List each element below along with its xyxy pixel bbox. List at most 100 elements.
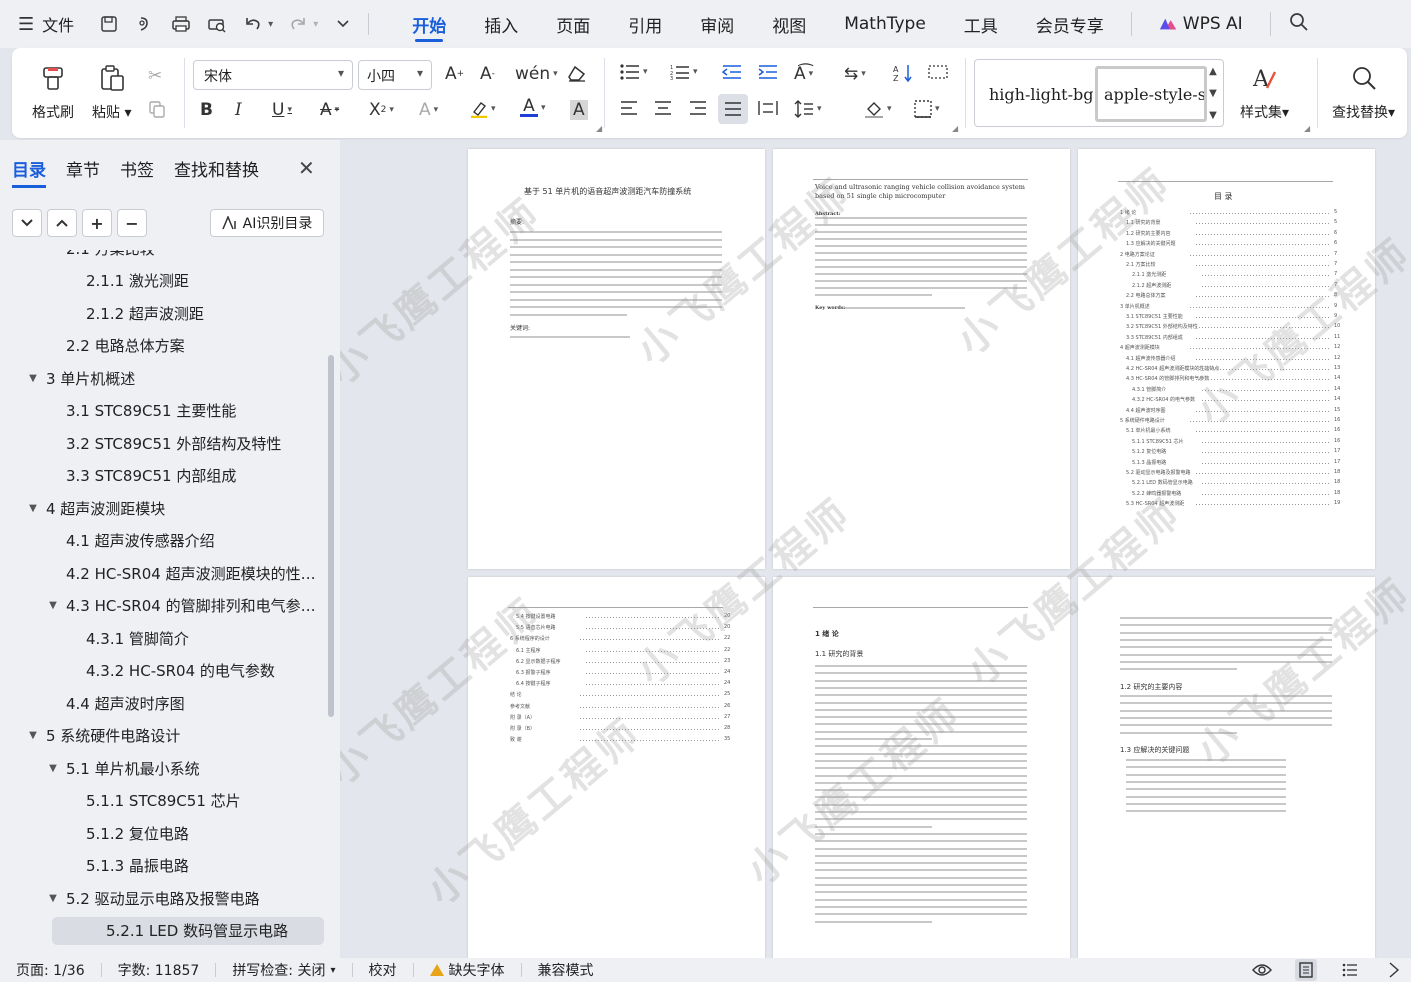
toc-item[interactable]: 2.1 方案比较 [46, 250, 155, 262]
page-indicator[interactable]: 页面: 1/36 [0, 960, 101, 980]
undo-dropdown-icon[interactable]: ▾ [268, 19, 273, 30]
tab-view[interactable]: 视图 [753, 0, 825, 48]
cut-icon[interactable]: ✂ [148, 66, 162, 86]
toc-item[interactable]: 3.1 STC89C51 主要性能 [46, 397, 236, 425]
eye-icon[interactable] [1251, 959, 1273, 981]
text-effect-icon[interactable]: A ▾ [419, 100, 438, 120]
expand-gallery-icon[interactable]: ▼ [1209, 110, 1217, 121]
remove-heading-button[interactable]: − [117, 209, 147, 237]
toc-item[interactable]: ▼ 4.3 HC-SR04 的管脚排列和电气参… [46, 592, 315, 620]
file-menu[interactable]: ☰ 文件 [18, 12, 74, 36]
bold-icon[interactable]: B [200, 100, 213, 120]
nav-tab-toc[interactable]: 目录 [12, 156, 46, 188]
tab-mathtype[interactable]: MathType [825, 0, 945, 48]
style-item[interactable]: high-light-bg [983, 66, 1095, 122]
page-thumbnail[interactable]: 1 绪 论 1.1 研究的背景 [773, 577, 1070, 958]
bullet-list-icon[interactable]: ▾ [620, 64, 648, 80]
toc-item[interactable]: 5.2.1 LED 数码管显示电路 [52, 916, 324, 945]
proofread-button[interactable]: 校对 [353, 960, 413, 980]
line-spacing-icon[interactable]: ▾ [794, 100, 822, 118]
toc-item[interactable]: 4.3.2 HC-SR04 的电气参数 [66, 657, 275, 685]
borders-icon[interactable]: ▾ [914, 100, 940, 118]
text-direction-icon[interactable]: A͡ ▾ [794, 64, 813, 84]
toc-item[interactable]: 3.3 STC89C51 内部组成 [46, 462, 236, 490]
toc-item[interactable]: ▼ 4 超声波测距模块 [26, 494, 165, 522]
web-view-icon[interactable] [1383, 959, 1405, 981]
toc-item[interactable]: 5.1.2 复位电路 [66, 819, 189, 847]
strikethrough-icon[interactable]: A ▾ [320, 100, 339, 120]
tab-wps-ai[interactable]: WPS AI [1140, 0, 1262, 48]
tab-home[interactable]: 开始 [393, 0, 465, 48]
chevron-up-icon[interactable]: ▲ [1209, 66, 1217, 77]
document-canvas[interactable]: 基于 51 单片机的语音超声波测距汽车防撞系统 摘要: 关键词: Voice a… [340, 140, 1411, 958]
sort-icon[interactable]: AZ [893, 64, 913, 82]
nav-tab-find-replace[interactable]: 查找和替换 [174, 156, 259, 188]
export-pdf-icon[interactable] [134, 13, 156, 35]
font-name-select[interactable]: 宋体 ▾ [193, 60, 353, 90]
font-size-select[interactable]: 小四 ▾ [358, 60, 432, 90]
expand-toggle-icon[interactable]: ▼ [26, 503, 40, 514]
toc-item[interactable]: 4.2 HC-SR04 超声波测距模块的性… [46, 559, 316, 587]
toc-item[interactable]: 5.1.1 STC89C51 芯片 [66, 787, 241, 815]
toc-item[interactable]: ▼ 5.2 驱动显示电路及报警电路 [46, 884, 259, 912]
find-replace-button[interactable]: 查找替换▾ [1332, 62, 1395, 122]
grow-font-icon[interactable]: A + [445, 64, 464, 84]
page-thumbnail[interactable]: 目 录 1 绪 论 5 1.1 研究的背景 5 1.2 研究的主要内容 6 1.3 应解决的… [1078, 149, 1375, 569]
expand-toggle-icon[interactable]: ▼ [26, 373, 40, 384]
decrease-indent-icon[interactable] [722, 64, 742, 80]
toc-item[interactable]: 4.1 超声波传感器介绍 [46, 527, 215, 555]
print-preview-icon[interactable] [206, 13, 228, 35]
redo-icon[interactable] [287, 13, 309, 35]
tab-page[interactable]: 页面 [537, 0, 609, 48]
expand-toggle-icon[interactable]: ▼ [46, 893, 60, 904]
expand-toggle-icon[interactable]: ▼ [46, 600, 60, 611]
underline-icon[interactable]: U ▾ [272, 100, 292, 120]
show-marks-icon[interactable] [928, 64, 948, 80]
search-icon[interactable] [1289, 12, 1309, 36]
superscript-icon[interactable]: X 2 ▾ [369, 100, 394, 120]
add-heading-button[interactable]: + [82, 209, 112, 237]
spell-check-toggle[interactable]: 拼写检查: 关闭 ▾ [216, 960, 351, 980]
print-icon[interactable] [170, 13, 192, 35]
word-count[interactable]: 字数: 11857 [102, 960, 216, 980]
style-item-selected[interactable]: apple-style-span [1095, 66, 1207, 122]
nav-scrollbar[interactable] [328, 355, 334, 717]
toc-item[interactable]: ▼ 5 系统硬件电路设计 [26, 722, 180, 750]
font-dialog-launcher-icon[interactable]: ◢ [596, 124, 602, 133]
missing-font-button[interactable]: 缺失字体 [414, 960, 521, 980]
tab-reference[interactable]: 引用 [609, 0, 681, 48]
toc-item[interactable]: 3.2 STC89C51 外部结构及特性 [46, 429, 281, 457]
ai-recognize-toc-button[interactable]: AI识别目录 [210, 209, 324, 237]
justify-icon[interactable] [718, 94, 748, 124]
expand-toggle-icon[interactable]: ▼ [26, 730, 40, 741]
font-color-icon[interactable]: A ▾ [520, 98, 546, 117]
align-right-icon[interactable] [689, 100, 707, 116]
style-set-button[interactable]: A 样式集▾ [1240, 62, 1289, 122]
nav-tab-sections[interactable]: 章节 [66, 156, 100, 188]
chevron-down-icon[interactable]: ▼ [1209, 88, 1217, 99]
collapse-up-button[interactable] [47, 209, 77, 237]
paragraph-dialog-launcher-icon[interactable]: ◢ [952, 124, 958, 133]
more-chevron-icon[interactable] [332, 13, 354, 35]
toc-item[interactable]: 2.1.1 激光测距 [66, 267, 189, 295]
format-painter-button[interactable]: 格式刷 [32, 62, 74, 122]
undo-icon[interactable] [242, 13, 264, 35]
paste-button[interactable]: 粘贴 ▾ [92, 62, 131, 122]
page-thumbnail[interactable]: 1.2 研究的主要内容 1.3 应解决的关键问题 [1078, 577, 1375, 958]
increase-indent-icon[interactable] [758, 64, 778, 80]
page-thumbnail[interactable]: 基于 51 单片机的语音超声波测距汽车防撞系统 摘要: 关键词: [468, 149, 765, 569]
toc-item[interactable]: 2.1.2 超声波测距 [66, 299, 204, 327]
nav-tab-bookmarks[interactable]: 书签 [120, 156, 154, 188]
italic-icon[interactable]: I [235, 100, 242, 120]
save-icon[interactable] [98, 13, 120, 35]
clear-format-icon[interactable] [567, 64, 587, 82]
highlight-icon[interactable]: ▾ [470, 100, 496, 118]
pinyin-guide-icon[interactable]: wén ▾ [515, 64, 558, 84]
toc-item[interactable]: 4.4 超声波时序图 [46, 689, 185, 717]
copy-icon[interactable] [148, 100, 166, 118]
toc-item[interactable]: ▼ 3 单片机概述 [26, 364, 135, 392]
close-icon[interactable]: ✕ [298, 156, 315, 180]
numbered-list-icon[interactable]: 1 2 3 ▾ [670, 64, 698, 80]
tab-member[interactable]: 会员专享 [1017, 0, 1123, 48]
tab-review[interactable]: 审阅 [681, 0, 753, 48]
